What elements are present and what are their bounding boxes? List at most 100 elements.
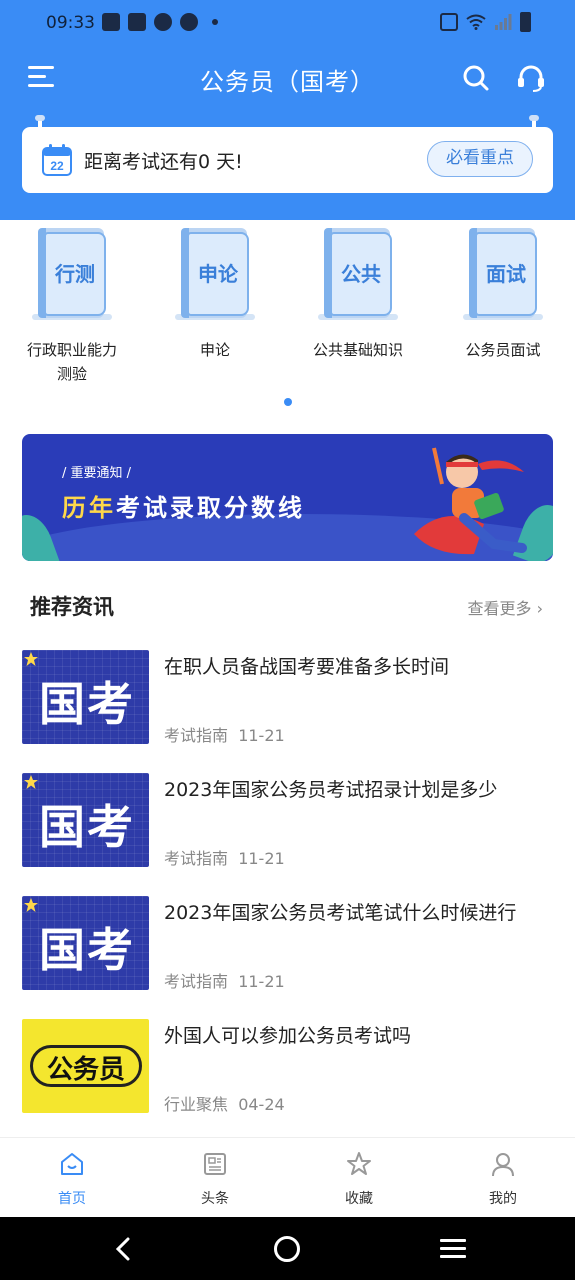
home-button-icon[interactable] (274, 1236, 300, 1262)
tab-profile[interactable]: 我的 (453, 1150, 553, 1208)
news-thumbnail: 国考 (22, 896, 149, 990)
book-label: 公共 (341, 262, 381, 286)
system-nav-bar (0, 1217, 575, 1280)
category-xingce[interactable]: 行测 行政职业能力 测验 (12, 222, 132, 386)
key-points-button[interactable]: 必看重点 (427, 141, 533, 177)
book-icon: 面试 (463, 222, 543, 322)
promo-banner[interactable]: / 重要通知 / 历年考试录取分数线 (22, 434, 553, 561)
banner-tag: / 重要通知 / (62, 466, 132, 481)
wifi-icon (466, 14, 486, 30)
news-date: 11-21 (238, 849, 285, 868)
student-illustration (414, 447, 527, 555)
thumbnail-text: 国考 (39, 800, 135, 854)
news-category: 考试指南 (164, 849, 229, 868)
category-label-line: 行政职业能力 (26, 341, 117, 359)
banner-title-highlight: 历年 (62, 494, 116, 522)
news-item[interactable]: 国考 在职人员备战国考要准备多长时间 考试指南 11-21 (22, 650, 553, 745)
banner-title: 历年考试录取分数线 (62, 488, 305, 523)
back-icon[interactable] (110, 1235, 138, 1263)
news-category: 行业聚焦 (164, 1095, 229, 1114)
tab-favorites[interactable]: 收藏 (309, 1150, 409, 1208)
tab-label: 头条 (201, 1191, 229, 1207)
book-label: 申论 (198, 262, 238, 286)
news-thumbnail: 公务员 (22, 1019, 149, 1113)
tab-label: 收藏 (345, 1191, 373, 1207)
book-icon: 申论 (175, 222, 255, 322)
card-pin (35, 115, 45, 133)
news-category: 考试指南 (164, 972, 229, 991)
news-title: 在职人员备战国考要准备多长时间 (164, 656, 450, 678)
news-meta: 考试指南 11-21 (164, 845, 285, 869)
status-bar: 09:33 (0, 0, 575, 46)
news-meta: 行业聚焦 04-24 (164, 1091, 285, 1115)
thumbnail-text: 国考 (39, 923, 135, 977)
category-gonggong[interactable]: 公共 公共基础知识 (298, 222, 418, 362)
more-notifications-icon (212, 19, 218, 25)
recent-apps-icon[interactable] (440, 1239, 466, 1259)
thumbnail-text: 公务员 (46, 1055, 125, 1085)
book-label: 行测 (55, 262, 95, 286)
news-item[interactable]: 国考 2023年国家公务员考试招录计划是多少 考试指南 11-21 (22, 773, 553, 868)
news-meta: 考试指南 11-21 (164, 722, 285, 746)
star-icon (24, 898, 38, 912)
section-title: 推荐资讯 (30, 595, 114, 619)
news-date: 04-24 (238, 1095, 285, 1114)
category-label: 申论 (199, 341, 230, 359)
headset-icon[interactable] (516, 64, 546, 92)
pager-dot (284, 398, 292, 406)
tab-news[interactable]: 头条 (165, 1150, 265, 1208)
category-label: 公共基础知识 (312, 341, 403, 359)
app-header: 公务员（国考） (0, 50, 575, 106)
book-icon: 行测 (32, 222, 112, 322)
news-thumbnail: 国考 (22, 773, 149, 867)
book-label: 面试 (486, 262, 526, 286)
compass-icon (180, 13, 198, 31)
news-category: 考试指南 (164, 726, 229, 745)
chevron-right-icon: › (536, 599, 543, 618)
news-date: 11-21 (238, 972, 285, 991)
news-title: 2023年国家公务员考试招录计划是多少 (164, 779, 498, 801)
calendar-day: 22 (50, 159, 64, 173)
countdown-card: 22 距离考试还有0 天! 必看重点 (22, 115, 553, 193)
tab-label: 首页 (58, 1191, 86, 1207)
news-date: 11-21 (238, 726, 285, 745)
star-icon (24, 775, 38, 789)
status-time: 09:33 (46, 13, 95, 33)
tab-label: 我的 (489, 1191, 517, 1207)
news-icon (204, 1153, 226, 1175)
news-item[interactable]: 公务员 外国人可以参加公务员考试吗 行业聚焦 04-24 (22, 1019, 553, 1114)
view-more-link[interactable]: 查看更多 › (467, 595, 543, 619)
news-title: 2023年国家公务员考试笔试什么时候进行 (164, 902, 517, 924)
view-more-label: 查看更多 (467, 599, 532, 618)
thumbnail-text: 国考 (39, 677, 135, 731)
battery-icon (520, 12, 531, 32)
shopping-bag-icon (102, 13, 120, 31)
user-icon (492, 1153, 514, 1177)
compass-icon (154, 13, 172, 31)
category-label: 公务员面试 (465, 341, 541, 359)
star-icon (347, 1152, 371, 1175)
news-item[interactable]: 国考 2023年国家公务员考试笔试什么时候进行 考试指南 11-21 (22, 896, 553, 991)
star-icon (24, 652, 38, 666)
news-title: 外国人可以参加公务员考试吗 (164, 1025, 412, 1047)
tab-home[interactable]: 首页 (22, 1150, 122, 1208)
home-icon (61, 1153, 83, 1175)
system-icons (440, 12, 531, 32)
notification-icons (102, 13, 218, 31)
category-mianshi[interactable]: 面试 公务员面试 (443, 222, 563, 362)
category-shenlun[interactable]: 申论 申论 (155, 222, 275, 362)
book-icon: 公共 (318, 222, 398, 322)
vibrate-icon (440, 13, 458, 31)
calendar-icon: 22 (42, 144, 72, 176)
category-label: 行政职业能力 测验 (12, 338, 132, 386)
signal-icon (495, 14, 512, 30)
category-label-line: 测验 (56, 365, 87, 383)
bottom-tab-bar: 首页 头条 收藏 我的 (0, 1137, 575, 1217)
news-thumbnail: 国考 (22, 650, 149, 744)
search-icon[interactable] (462, 64, 490, 92)
news-meta: 考试指南 11-21 (164, 968, 285, 992)
category-grid: 行测 行政职业能力 测验 申论 申论 公共 公共基础知识 面试 公务员面试 (0, 222, 575, 392)
shopping-bag-icon (128, 13, 146, 31)
card-pin (529, 115, 539, 133)
banner-title-rest: 考试录取分数线 (116, 494, 305, 522)
